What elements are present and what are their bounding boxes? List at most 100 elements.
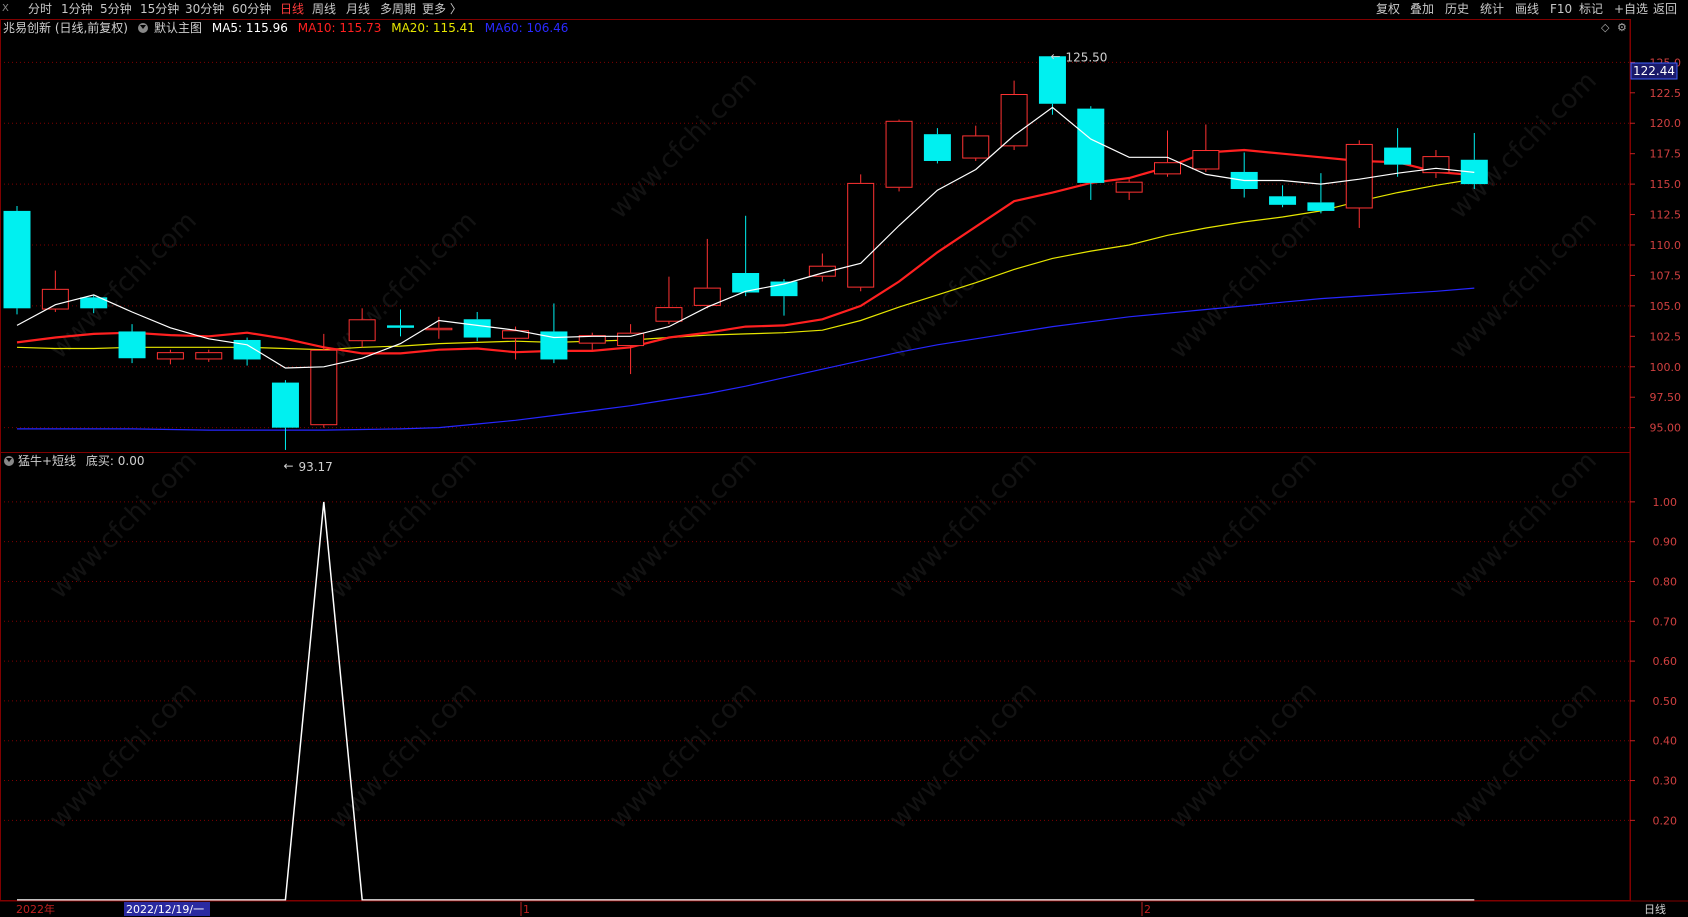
- price-tick-label-8: 105.0: [1650, 300, 1682, 313]
- toolbar-item-5[interactable]: 60分钟: [232, 1, 271, 17]
- corner-label[interactable]: X: [2, 1, 9, 17]
- candle-body-8: [310, 349, 338, 426]
- candle-36[interactable]: [1384, 128, 1412, 177]
- candle-body-29: [1115, 181, 1143, 193]
- main-chart-label[interactable]: 默认主图: [154, 21, 202, 35]
- toolbar-right-item-2[interactable]: 历史: [1445, 1, 1469, 17]
- ind-tick-label-6: 0.40: [1653, 735, 1678, 748]
- toolbar-right-item-3[interactable]: 统计: [1480, 1, 1504, 17]
- candle-18[interactable]: [693, 238, 721, 309]
- stock-chart[interactable]: www.cfchi.comwww.cfchi.comwww.cfchi.comw…: [0, 0, 1688, 917]
- candle-14[interactable]: [540, 303, 568, 364]
- toolbar-right-item-0[interactable]: 复权: [1376, 1, 1400, 17]
- ind-tick-label-5: 0.50: [1653, 695, 1678, 708]
- candle-22[interactable]: [847, 174, 875, 292]
- ind-tick-label-4: 0.60: [1653, 655, 1678, 668]
- candle-body-31: [1192, 150, 1220, 170]
- candle-32[interactable]: [1230, 152, 1258, 198]
- candle-body-30: [1154, 162, 1181, 175]
- price-tick-label-11: 97.50: [1650, 391, 1682, 404]
- candle-38[interactable]: [1460, 132, 1488, 189]
- toolbar-right-item-4[interactable]: 画线: [1515, 1, 1539, 17]
- ma-info-bar: 兆易创新 (日线,前复权) 默认主图 MA5: 115.96 MA10: 115.…: [0, 19, 1620, 37]
- candle-body-33: [1269, 196, 1297, 205]
- high-arrow-icon: ←: [1050, 49, 1060, 63]
- candle-body-35: [1345, 143, 1373, 209]
- candle-body-23: [885, 120, 913, 188]
- candle-6[interactable]: [233, 337, 261, 366]
- candle-17[interactable]: [655, 276, 683, 325]
- candle-29[interactable]: [1115, 179, 1143, 200]
- watermark-15: www.cfchi.com: [1444, 66, 1603, 225]
- candle-4[interactable]: [156, 349, 184, 365]
- indicator-dropdown-icon[interactable]: [4, 456, 14, 466]
- candle-21[interactable]: [808, 253, 836, 282]
- toolbar-right-item-5[interactable]: F10: [1550, 1, 1572, 17]
- diamond-icon[interactable]: ◇: [1601, 21, 1609, 34]
- toolbar-item-10[interactable]: 更多 〉: [422, 1, 462, 17]
- dropdown-icon[interactable]: [138, 23, 148, 33]
- candle-37[interactable]: [1422, 150, 1450, 179]
- candle-body-1: [41, 288, 69, 310]
- price-tick-label-1: 122.5: [1650, 87, 1682, 100]
- ma20-value: MA20: 115.41: [391, 21, 475, 35]
- toolbar-item-9[interactable]: 多周期: [380, 1, 416, 17]
- candle-5[interactable]: [195, 349, 223, 362]
- ind-tick-label-3: 0.70: [1653, 615, 1678, 628]
- settings-icon[interactable]: ⚙: [1617, 21, 1627, 34]
- toolbar-right-item-6[interactable]: 标记: [1579, 1, 1603, 17]
- candle-33[interactable]: [1269, 185, 1297, 208]
- indicator-name[interactable]: 猛牛+短线: [18, 454, 76, 468]
- toolbar-item-3[interactable]: 15分钟: [140, 1, 179, 17]
- period-label[interactable]: 日线: [1644, 902, 1666, 916]
- candle-1[interactable]: [41, 270, 69, 312]
- candle-30[interactable]: [1154, 130, 1181, 177]
- toolbar-right-item-1[interactable]: 叠加: [1410, 1, 1434, 17]
- candle-19[interactable]: [732, 215, 760, 297]
- candle-23[interactable]: [885, 119, 913, 192]
- candle-31[interactable]: [1192, 124, 1220, 172]
- candle-24[interactable]: [923, 128, 951, 164]
- low-arrow-icon: ←: [283, 459, 293, 473]
- month1-label: 1: [523, 903, 530, 916]
- candle-body-34: [1307, 202, 1335, 211]
- watermark-16: www.cfchi.com: [1444, 206, 1603, 365]
- toolbar-item-1[interactable]: 1分钟: [61, 1, 93, 17]
- indicator-title-bar: 猛牛+短线 底买: 0.00: [0, 452, 144, 470]
- candle-body-25: [962, 135, 990, 159]
- candle-25[interactable]: [962, 125, 990, 161]
- y-axes: 125.0122.5120.0117.5115.0112.5110.0107.5…: [1630, 56, 1681, 827]
- watermark-18: www.cfchi.com: [1444, 676, 1603, 835]
- toolbar-item-8[interactable]: 月线: [346, 1, 370, 17]
- toolbar-item-4[interactable]: 30分钟: [185, 1, 224, 17]
- month2-label: 2: [1144, 903, 1151, 916]
- toolbar-item-7[interactable]: 周线: [312, 1, 336, 17]
- toolbar-item-2[interactable]: 5分钟: [100, 1, 132, 17]
- candle-0[interactable]: [3, 206, 31, 315]
- toolbar-right-item-7[interactable]: +自选: [1614, 1, 1648, 17]
- high-price-annotation: 125.50: [1065, 50, 1107, 64]
- candle-7[interactable]: [271, 380, 299, 450]
- candle-body-10: [387, 325, 414, 328]
- candle-body-37: [1422, 156, 1450, 174]
- toolbar-right-item-8[interactable]: 返回: [1653, 1, 1677, 17]
- candle-15[interactable]: [578, 332, 606, 350]
- candle-35[interactable]: [1345, 140, 1373, 228]
- toolbar-item-6[interactable]: 日线: [280, 1, 304, 17]
- candle-body-36: [1384, 147, 1412, 165]
- price-tick-label-4: 115.0: [1650, 178, 1682, 191]
- low-price-annotation: 93.17: [298, 460, 332, 474]
- candle-body-24: [923, 134, 951, 161]
- toolbar-item-0[interactable]: 分时: [28, 1, 52, 17]
- candle-3[interactable]: [118, 324, 146, 364]
- candle-body-7: [271, 382, 299, 428]
- price-tick-label-2: 120.0: [1650, 117, 1682, 130]
- candle-body-9: [348, 319, 376, 342]
- candle-27[interactable]: [1038, 56, 1066, 115]
- candle-26[interactable]: [1000, 80, 1028, 151]
- price-panel-border: [0, 19, 1631, 453]
- candle-34[interactable]: [1307, 173, 1335, 214]
- top-toolbar: X 分时 1分钟 5分钟 15分钟 30分钟 60分钟 日线 周线 月线 多周期 更多 〉 复权 叠加…: [0, 0, 1688, 18]
- price-tick-label-9: 102.5: [1650, 330, 1682, 343]
- cursor-date-label: 2022/12/19/一: [126, 903, 204, 916]
